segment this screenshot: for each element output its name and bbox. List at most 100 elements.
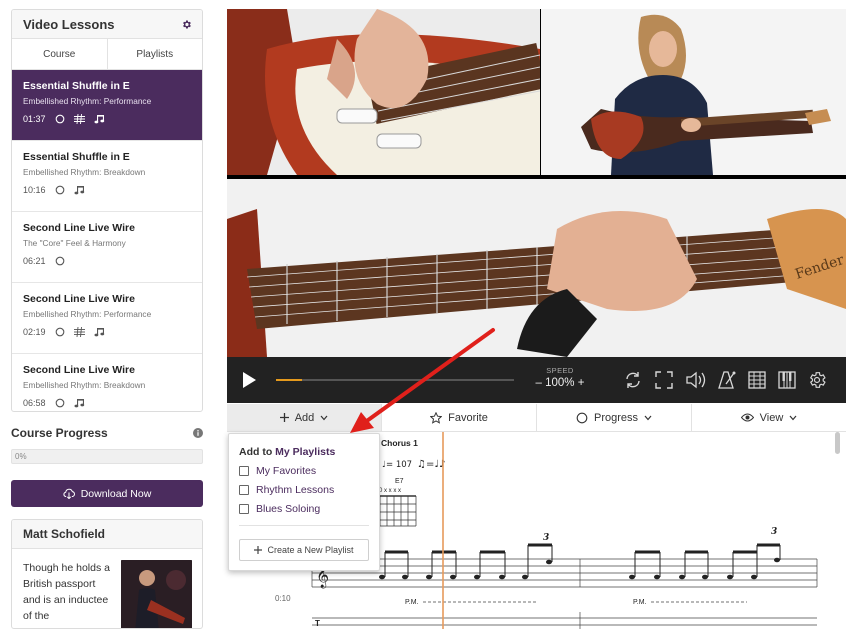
lesson-subtitle: Embellished Rhythm: Performance	[23, 309, 152, 319]
time-marker: 0:10	[275, 594, 291, 603]
lesson-subtitle: Embellished Rhythm: Breakdown	[23, 380, 146, 390]
list-item[interactable]: Second Line Live Wire Embellished Rhythm…	[12, 354, 202, 411]
video-lessons-title: Video Lessons	[23, 16, 115, 32]
chord-diagram: E7 0 x x x x	[379, 478, 417, 527]
video-player[interactable]: Fender	[227, 9, 846, 357]
playback-progress	[276, 379, 303, 381]
camera-view-neck: Fender	[227, 179, 846, 357]
checkbox[interactable]	[239, 466, 249, 476]
playlist-option-label: Rhythm Lessons	[256, 484, 335, 496]
progress-circle-icon	[55, 398, 65, 408]
star-icon	[430, 411, 443, 424]
svg-text:♫=♩♪: ♫=♩♪	[417, 459, 445, 470]
tempo-marking: ♩= 107 ♫=♩♪	[382, 459, 445, 470]
speed-control[interactable]: SPEED – 100% +	[532, 366, 588, 389]
create-playlist-label: Create a New Playlist	[267, 545, 354, 555]
list-item[interactable]: Essential Shuffle in E Embellished Rhyth…	[12, 70, 202, 141]
lesson-subtitle: Embellished Rhythm: Performance	[23, 96, 152, 106]
circle-icon	[576, 412, 588, 424]
piano-icon[interactable]	[777, 370, 797, 390]
svg-text:0 x x x x: 0 x x x x	[379, 488, 401, 494]
chevron-down-icon	[320, 415, 328, 421]
dropdown-title: Add to My Playlists	[239, 446, 369, 458]
list-item[interactable]: Second Line Live Wire The "Core" Feel & …	[12, 212, 202, 283]
lesson-subtitle: The "Core" Feel & Harmony	[23, 238, 126, 248]
course-progress-title: Course Progress	[11, 426, 108, 440]
lesson-title: Second Line Live Wire	[23, 222, 135, 234]
volume-icon[interactable]	[685, 370, 707, 390]
progress-button[interactable]: Progress	[537, 404, 692, 431]
camera-view-player	[541, 9, 846, 175]
playlist-option-label: My Favorites	[256, 465, 317, 477]
tab-staff: T	[312, 612, 817, 629]
playlist-option-blues-soloing[interactable]: Blues Soloing	[239, 503, 369, 515]
plus-icon	[279, 413, 289, 422]
playback-scrubber[interactable]	[276, 379, 514, 381]
svg-text:3: 3	[543, 533, 549, 543]
lesson-title: Essential Shuffle in E	[23, 151, 130, 163]
download-label: Download Now	[80, 487, 152, 500]
list-item[interactable]: Second Line Live Wire Embellished Rhythm…	[12, 283, 202, 354]
loop-icon[interactable]	[623, 370, 643, 390]
palm-mute-marking: P.M.	[405, 599, 537, 606]
plus-icon	[254, 546, 263, 554]
instructor-photo	[121, 560, 192, 628]
download-button[interactable]: Download Now	[11, 480, 203, 507]
svg-text:3: 3	[771, 527, 777, 537]
gear-icon[interactable]	[181, 19, 192, 30]
instructor-panel: Matt Schofield Though he holds a British…	[11, 519, 203, 629]
svg-text:Chorus 1: Chorus 1	[381, 438, 418, 448]
add-to-playlist-dropdown: Add to My Playlists My Favorites Rhythm …	[228, 433, 380, 571]
create-playlist-button[interactable]: Create a New Playlist	[239, 539, 369, 561]
dropdown-title-highlight: My Playlists	[275, 446, 336, 458]
progress-label: Progress	[593, 411, 639, 424]
dropdown-title-prefix: Add to	[239, 446, 273, 458]
settings-icon[interactable]	[807, 370, 827, 390]
sidebar: Video Lessons Course Playlists Essential…	[11, 9, 203, 629]
checkbox[interactable]	[239, 504, 249, 514]
course-progress-bar: 0%	[11, 449, 203, 464]
notation-icon	[74, 398, 85, 408]
lesson-actions: Add Favorite Progress View	[227, 404, 846, 432]
view-button[interactable]: View	[692, 404, 846, 431]
playlist-option-label: Blues Soloing	[256, 503, 321, 515]
camera-view-pickups	[227, 9, 540, 175]
chevron-down-icon	[644, 415, 652, 421]
playlist-option-my-favorites[interactable]: My Favorites	[239, 465, 369, 477]
playlist-option-rhythm-lessons[interactable]: Rhythm Lessons	[239, 484, 369, 496]
tab-course[interactable]: Course	[12, 39, 107, 69]
progress-circle-icon	[55, 185, 65, 195]
notation-icon	[74, 185, 85, 195]
lesson-subtitle: Embellished Rhythm: Breakdown	[23, 167, 146, 177]
triplet-marker: 3	[771, 527, 777, 537]
metronome-icon[interactable]	[717, 370, 737, 390]
palm-mute-marking: P.M.	[633, 599, 747, 606]
lesson-duration: 01:37	[23, 114, 46, 124]
download-icon	[63, 488, 75, 499]
fullscreen-icon[interactable]	[654, 370, 674, 390]
svg-text:P.M.: P.M.	[633, 599, 647, 606]
favorite-label: Favorite	[448, 411, 488, 424]
notation-icon	[94, 327, 105, 337]
triplet-marker: 3	[543, 533, 549, 543]
add-button[interactable]: Add	[227, 404, 382, 431]
play-icon[interactable]	[241, 371, 257, 389]
lesson-duration: 10:16	[23, 185, 46, 195]
lesson-duration: 06:58	[23, 398, 46, 408]
list-item[interactable]: Essential Shuffle in E Embellished Rhyth…	[12, 141, 202, 212]
player-controls: SPEED – 100% +	[227, 357, 846, 403]
progress-circle-icon	[55, 256, 65, 266]
speed-value: – 100% +	[535, 377, 585, 389]
score-section-label: Chorus 1	[381, 438, 418, 448]
chevron-down-icon	[789, 415, 797, 421]
tab-playlists[interactable]: Playlists	[106, 39, 203, 69]
tab-grid-icon[interactable]	[747, 370, 767, 390]
progress-circle-icon	[55, 327, 65, 337]
instructor-name: Matt Schofield	[12, 520, 202, 549]
info-icon[interactable]	[193, 428, 203, 438]
favorite-button[interactable]: Favorite	[382, 404, 537, 431]
lesson-duration: 02:19	[23, 327, 46, 337]
checkbox[interactable]	[239, 485, 249, 495]
svg-text:T: T	[315, 619, 320, 628]
tab-icon	[73, 327, 85, 337]
